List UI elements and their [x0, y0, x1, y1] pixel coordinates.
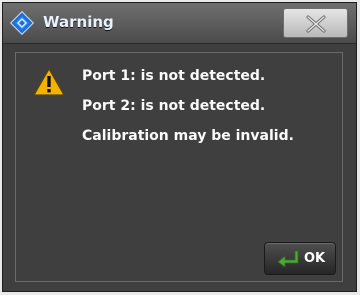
close-button[interactable] [283, 8, 348, 38]
ok-button[interactable]: OK [264, 242, 336, 275]
message-line-calibration: Calibration may be invalid. [82, 128, 294, 144]
warning-dialog: Warning Port 1: is not detected. Port 2:… [2, 2, 357, 292]
diamond-logo-icon [9, 10, 35, 36]
title-bar[interactable]: Warning [3, 3, 356, 44]
message-panel: Port 1: is not detected. Port 2: is not … [15, 52, 343, 282]
message-line-port2: Port 2: is not detected. [82, 98, 266, 114]
message-line-port1: Port 1: is not detected. [82, 68, 266, 84]
dialog-title: Warning [43, 13, 114, 31]
close-x-icon [306, 15, 326, 33]
enter-arrow-icon [277, 250, 299, 268]
ok-button-label: OK [304, 251, 326, 266]
warning-triangle-icon [33, 68, 65, 96]
